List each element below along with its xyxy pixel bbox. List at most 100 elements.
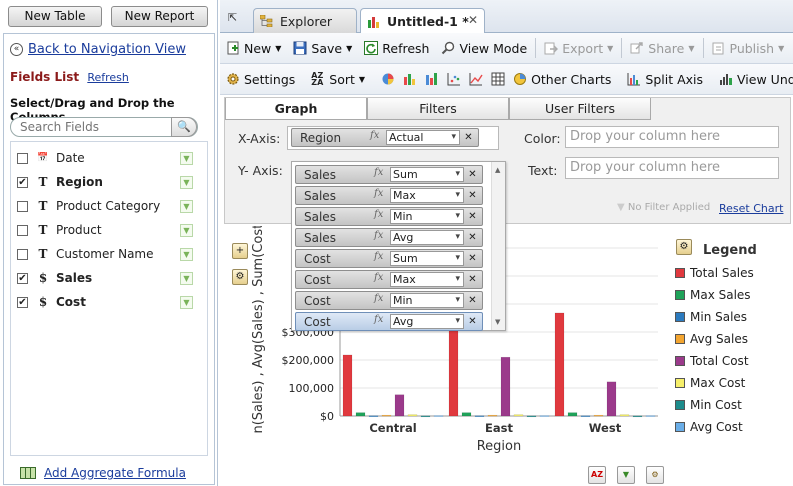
legend-item[interactable]: Max Sales <box>675 288 751 302</box>
split-axis-button[interactable]: Split Axis <box>621 67 709 91</box>
new-table-button[interactable]: New Table <box>8 6 102 27</box>
gear-icon[interactable]: ⚙ <box>646 466 664 484</box>
y-axis-pill[interactable]: Sales fx Min✕ <box>295 207 483 226</box>
aggregate-function-select[interactable]: Min <box>390 209 464 224</box>
scroll-down-icon[interactable]: ▼ <box>495 318 500 326</box>
field-checkbox[interactable]: ✔ <box>17 296 28 308</box>
share-button[interactable]: Share ▼ <box>624 36 700 60</box>
chart-type-column-button[interactable] <box>423 67 445 91</box>
publish-button[interactable]: Publish ▼ <box>706 36 791 60</box>
aggregate-function-select[interactable]: Sum <box>390 167 464 182</box>
refresh-button[interactable]: Refresh <box>358 36 435 60</box>
add-aggregate-formula-link[interactable]: Add Aggregate Formula <box>44 466 186 480</box>
reset-chart-link[interactable]: Reset Chart <box>719 202 783 215</box>
aggregate-function-select[interactable]: Sum <box>390 251 464 266</box>
field-checkbox[interactable]: ✔ <box>17 272 28 284</box>
filter-icon[interactable]: ▼ <box>617 466 635 484</box>
legend-item[interactable]: Min Cost <box>675 398 742 412</box>
text-drop-zone[interactable]: Drop your column here <box>565 157 779 179</box>
y-axis-pill[interactable]: Sales fx Sum✕ <box>295 165 483 184</box>
aggregate-function-select[interactable]: Actual <box>386 130 460 145</box>
remove-pill-icon[interactable]: ✕ <box>466 168 479 181</box>
remove-pill-icon[interactable]: ✕ <box>466 315 479 328</box>
field-item[interactable]: ✔ $ Sales ▼ <box>11 267 207 289</box>
export-button[interactable]: Export ▼ <box>538 36 619 60</box>
tab-filters[interactable]: Filters <box>367 98 509 120</box>
field-item[interactable]: ✔ $ Cost ▼ <box>11 291 207 313</box>
other-charts-button[interactable]: Other Charts <box>511 67 617 91</box>
back-to-navigation[interactable]: « Back to Navigation View <box>10 42 186 57</box>
remove-pill-icon[interactable]: ✕ <box>466 231 479 244</box>
view-underlying-button[interactable]: View Und <box>713 67 793 91</box>
view-mode-button[interactable]: View Mode <box>435 36 533 60</box>
remove-pill-icon[interactable]: ✕ <box>466 252 479 265</box>
y-axis-drop-list[interactable]: ▲ ▼ SalesfxSum✕ SalesfxMax✕ SalesfxMin✕ Sal… <box>291 161 506 331</box>
search-fields-input[interactable] <box>20 120 170 134</box>
add-filter-icon[interactable]: + <box>232 243 248 259</box>
tab-untitled-report[interactable]: Untitled-1 * ✕ <box>360 8 485 34</box>
legend-item[interactable]: Avg Sales <box>675 332 748 346</box>
settings-button[interactable]: Settings <box>220 67 301 91</box>
remove-pill-icon[interactable]: ✕ <box>466 210 479 223</box>
aggregate-function-select[interactable]: Max <box>390 272 464 287</box>
field-filter-icon[interactable]: ▼ <box>180 295 193 309</box>
y-list-scrollbar[interactable]: ▲ ▼ <box>491 162 505 330</box>
y-axis-pill[interactable]: Cost fx Sum✕ <box>295 249 483 268</box>
scroll-up-icon[interactable]: ▲ <box>495 166 500 174</box>
new-button[interactable]: New ▼ <box>220 36 287 60</box>
y-axis-pill[interactable]: Cost fx Avg✕ <box>295 312 483 331</box>
tab-explorer[interactable]: Explorer <box>253 8 357 33</box>
field-item[interactable]: T Customer Name ▼ <box>11 243 207 265</box>
legend-settings-gear-icon[interactable]: ⚙ <box>676 239 692 255</box>
legend-item[interactable]: Min Sales <box>675 310 747 324</box>
aggregate-function-select[interactable]: Min <box>390 293 464 308</box>
refresh-fields-link[interactable]: Refresh <box>87 71 129 84</box>
legend-item[interactable]: Total Cost <box>675 354 749 368</box>
chart-settings-gear-icon[interactable]: ⚙ <box>232 269 248 285</box>
y-axis-pill[interactable]: Sales fx Avg✕ <box>295 228 483 247</box>
aggregate-function-select[interactable]: Avg <box>390 314 464 329</box>
tab-user-filters[interactable]: User Filters <box>509 98 651 120</box>
sort-button[interactable]: AZ ZA Sort ▼ <box>305 67 371 91</box>
new-report-button[interactable]: New Report <box>111 6 208 27</box>
add-aggregate-formula[interactable]: Add Aggregate Formula <box>20 466 186 480</box>
field-checkbox[interactable] <box>17 224 28 236</box>
y-axis-pill[interactable]: Cost fx Min✕ <box>295 291 483 310</box>
remove-pill-icon[interactable]: ✕ <box>466 273 479 286</box>
legend-item[interactable]: Max Cost <box>675 376 745 390</box>
chart-type-pie-button[interactable] <box>375 67 401 91</box>
remove-pill-icon[interactable]: ✕ <box>466 294 479 307</box>
field-filter-icon[interactable]: ▼ <box>180 199 193 213</box>
aggregate-function-select[interactable]: Max <box>390 188 464 203</box>
field-checkbox[interactable]: ✔ <box>17 176 28 188</box>
field-filter-icon[interactable]: ▼ <box>180 247 193 261</box>
field-filter-icon[interactable]: ▼ <box>180 271 193 285</box>
save-button[interactable]: Save ▼ <box>287 36 358 60</box>
chart-type-bar-button[interactable] <box>401 67 423 91</box>
y-axis-pill[interactable]: Sales fx Max✕ <box>295 186 483 205</box>
close-tab-icon[interactable]: ✕ <box>468 13 478 27</box>
chart-type-scatter-button[interactable] <box>445 67 467 91</box>
y-axis-pill[interactable]: Cost fx Max✕ <box>295 270 483 289</box>
field-checkbox[interactable] <box>17 200 28 212</box>
back-to-navigation-link[interactable]: Back to Navigation View <box>28 42 186 57</box>
search-icon[interactable]: 🔍 <box>171 117 197 137</box>
tab-graph[interactable]: Graph <box>225 98 367 120</box>
field-item[interactable]: 📅 Date ▼ <box>11 147 207 169</box>
field-filter-icon[interactable]: ▼ <box>180 175 193 189</box>
field-item[interactable]: T Product Category ▼ <box>11 195 207 217</box>
collapse-panel-icon[interactable]: ⇱ <box>228 11 237 24</box>
field-filter-icon[interactable]: ▼ <box>180 151 193 165</box>
field-checkbox[interactable] <box>17 152 28 164</box>
aggregate-function-select[interactable]: Avg <box>390 230 464 245</box>
field-checkbox[interactable] <box>17 248 28 260</box>
sort-az-icon[interactable]: AZ <box>588 466 606 484</box>
x-axis-pill[interactable]: Region fx Actual ✕ <box>291 128 479 147</box>
color-drop-zone[interactable]: Drop your column here <box>565 126 779 148</box>
chart-type-grid-button[interactable] <box>489 67 511 91</box>
remove-pill-icon[interactable]: ✕ <box>462 131 475 144</box>
remove-pill-icon[interactable]: ✕ <box>466 189 479 202</box>
field-item[interactable]: ✔ T Region ▼ <box>11 171 207 193</box>
legend-item[interactable]: Avg Cost <box>675 420 743 434</box>
chart-type-line-button[interactable] <box>467 67 489 91</box>
